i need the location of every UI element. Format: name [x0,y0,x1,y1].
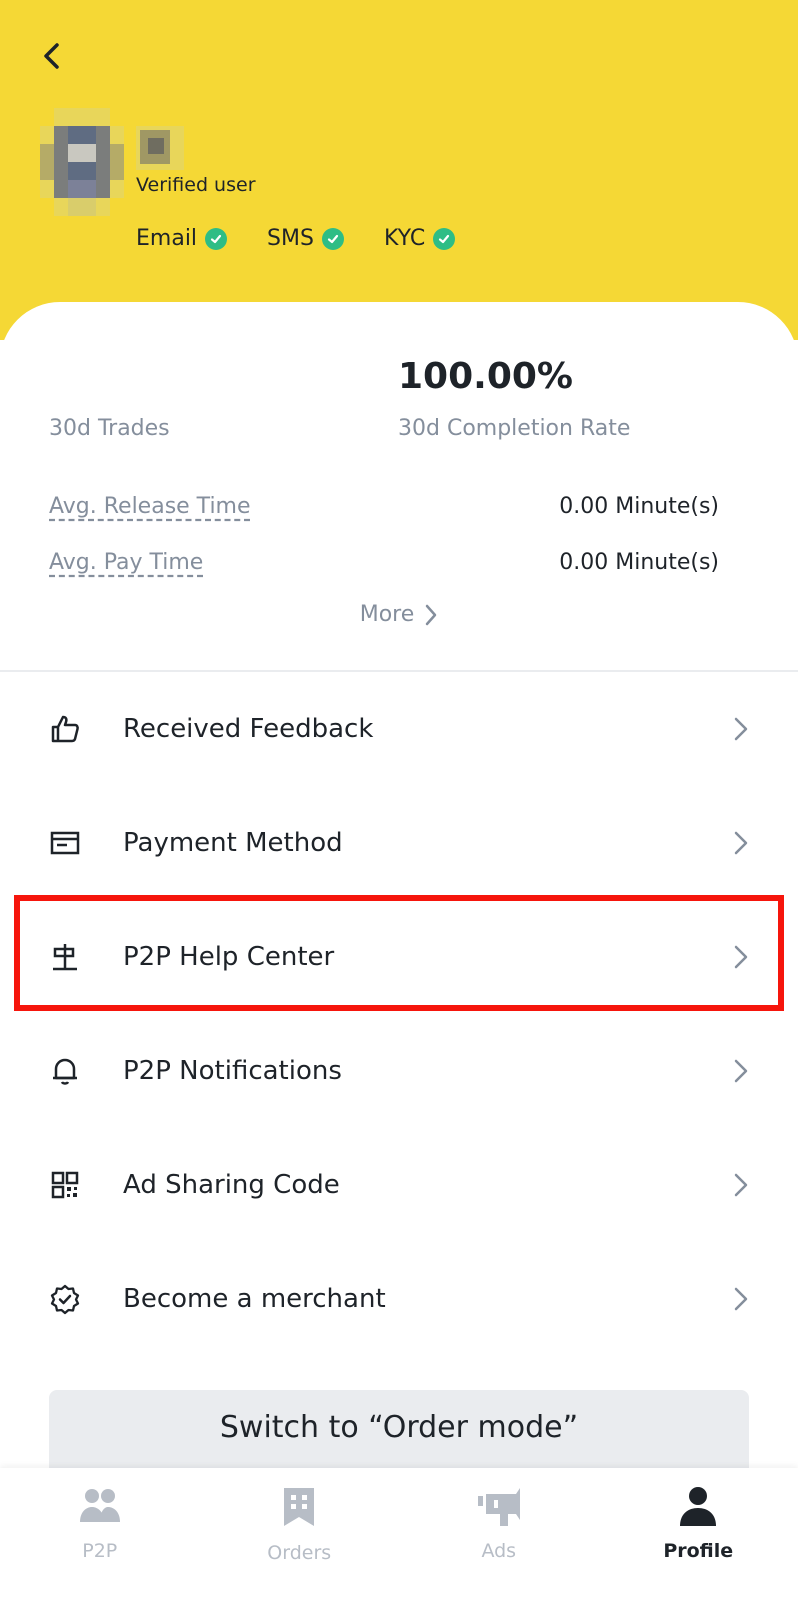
chevron-right-icon [734,1173,748,1197]
profile-header: Verified user Email SMS KYC [0,0,798,340]
signpost-icon [48,940,82,974]
menu-list: Received Feedback Payment Method P2P Hel… [0,672,798,1356]
menu-item-received-feedback[interactable]: Received Feedback [0,672,798,786]
release-time-row: Avg. Release Time 0.00 Minute(s) [49,494,719,519]
chevron-right-icon [734,1059,748,1083]
pay-time-row: Avg. Pay Time 0.00 Minute(s) [49,550,719,575]
menu-item-label: Become a merchant [123,1284,386,1314]
bell-icon [48,1054,82,1088]
sms-badge: SMS [267,226,344,251]
trades-label: 30d Trades [49,416,170,441]
pay-time-value: 0.00 Minute(s) [559,550,719,575]
tab-label: P2P [82,1540,118,1562]
verified-user-label: Verified user [136,174,256,196]
chevron-right-icon [734,717,748,741]
badge-label: Email [136,226,198,251]
back-button[interactable] [36,36,68,76]
kyc-badge: KYC [383,226,456,251]
completion-rate-label: 30d Completion Rate [398,416,631,441]
pay-time-label[interactable]: Avg. Pay Time [49,550,203,575]
menu-item-p2p-help-center[interactable]: P2P Help Center [0,900,798,1014]
menu-item-label: Ad Sharing Code [123,1170,340,1200]
chevron-left-icon [44,43,59,69]
card-icon [48,826,82,860]
tab-orders[interactable]: Orders [200,1468,400,1600]
tab-label: Orders [267,1542,332,1564]
users-icon [79,1489,120,1522]
chevron-right-icon [734,831,748,855]
menu-item-become-merchant[interactable]: Become a merchant [0,1242,798,1356]
tab-profile[interactable]: Profile [599,1468,798,1600]
megaphone-icon [477,1488,520,1526]
qr-code-icon [48,1168,82,1202]
chevron-right-icon [734,1287,748,1311]
merchant-badge-icon [48,1282,82,1316]
avatar[interactable] [40,108,124,216]
thumbs-up-icon [48,712,82,746]
chevron-right-icon [734,945,748,969]
tab-p2p[interactable]: P2P [0,1468,200,1600]
check-icon [433,227,456,250]
release-time-label[interactable]: Avg. Release Time [49,494,251,519]
switch-button-label: Switch to “Order mode” [219,1410,579,1445]
check-icon [205,227,228,250]
menu-item-payment-method[interactable]: Payment Method [0,786,798,900]
username-blurred [136,126,184,170]
badge-label: KYC [383,226,426,251]
menu-item-p2p-notifications[interactable]: P2P Notifications [0,1014,798,1128]
tab-label: Profile [663,1540,734,1562]
menu-item-label: P2P Notifications [123,1056,342,1086]
chevron-right-icon [426,604,437,625]
email-badge: Email [136,226,228,251]
tab-label: Ads [481,1540,517,1562]
release-time-value: 0.00 Minute(s) [559,494,719,519]
menu-item-label: Received Feedback [123,714,374,744]
tab-ads[interactable]: Ads [399,1468,599,1600]
person-icon [680,1487,717,1526]
completion-rate-value: 100.00% [398,356,573,397]
verification-badges: Email SMS KYC [136,226,456,251]
menu-item-label: P2P Help Center [123,942,335,972]
bottom-tab-bar: P2P Orders Ads Profile [0,1468,798,1600]
menu-item-label: Payment Method [123,828,343,858]
check-icon [321,227,344,250]
badge-label: SMS [267,226,314,251]
more-label: More [359,602,415,627]
receipt-icon [284,1488,315,1526]
more-link[interactable]: More [0,602,798,627]
menu-item-ad-sharing-code[interactable]: Ad Sharing Code [0,1128,798,1242]
